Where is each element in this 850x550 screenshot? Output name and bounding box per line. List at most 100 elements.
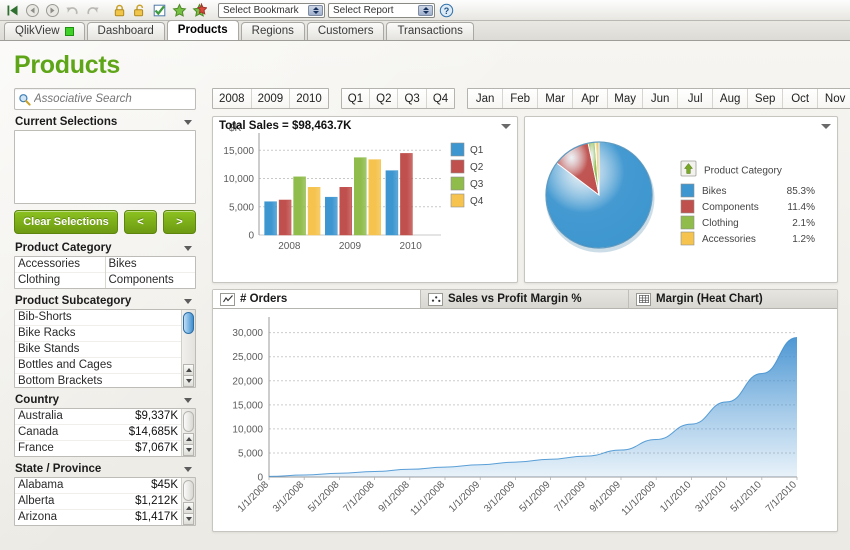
search-input[interactable] (31, 92, 195, 106)
undo-icon[interactable] (64, 2, 81, 19)
list-item[interactable]: Bikes (106, 257, 196, 273)
chevron-down-icon[interactable] (184, 120, 192, 125)
year-filter-2008[interactable]: 2008 (213, 89, 252, 108)
quarter-filter-Q3[interactable]: Q3 (398, 89, 426, 108)
bookmark-star-icon[interactable] (171, 2, 188, 19)
table-row[interactable]: Alabama$45K (15, 478, 181, 494)
svg-text:11.4%: 11.4% (787, 202, 815, 213)
scrollbar-thumb[interactable] (183, 312, 194, 334)
list-item[interactable]: Bike Stands (15, 342, 181, 358)
select-all-icon[interactable] (151, 2, 168, 19)
current-selections-header: Current Selections (14, 115, 196, 130)
svg-text:2.1%: 2.1% (792, 218, 815, 229)
country-name: Canada (18, 425, 58, 440)
table-row[interactable]: Arizona$1,417K (15, 510, 181, 525)
list-item[interactable]: Bottles and Cages (15, 358, 181, 374)
tab-orders[interactable]: # Orders (213, 290, 421, 308)
table-row[interactable]: France$7,067K (15, 441, 181, 456)
associative-search-box[interactable] (14, 88, 196, 110)
chevron-down-icon[interactable] (184, 299, 192, 304)
list-item[interactable]: Bike Racks (15, 326, 181, 342)
month-filter-Jul[interactable]: Jul (678, 89, 713, 108)
scroll-down-arrow-icon[interactable] (183, 444, 194, 456)
table-row[interactable]: Alberta$1,212K (15, 494, 181, 510)
tab-products[interactable]: Products (167, 20, 239, 40)
year-filter-2009[interactable]: 2009 (252, 89, 291, 108)
svg-text:15,000: 15,000 (223, 146, 254, 157)
tab-regions[interactable]: Regions (241, 22, 305, 40)
scrollbar[interactable] (181, 409, 195, 456)
month-filter-Sep[interactable]: Sep (748, 89, 783, 108)
selection-back-button[interactable]: < (124, 210, 157, 234)
selection-forward-button[interactable]: > (163, 210, 196, 234)
country-value: $7,067K (135, 441, 178, 456)
month-filter-Feb[interactable]: Feb (503, 89, 538, 108)
scrollbar[interactable] (181, 478, 195, 525)
table-row[interactable]: Canada$14,685K (15, 425, 181, 441)
month-filter-Jun[interactable]: Jun (643, 89, 678, 108)
list-item[interactable]: Bib-Shorts (15, 310, 181, 326)
month-filter-Oct[interactable]: Oct (783, 89, 818, 108)
pie-chart-menu-caret-icon[interactable] (821, 124, 831, 129)
forward-icon[interactable] (44, 2, 61, 19)
scrollbar-thumb[interactable] (183, 411, 194, 432)
month-filter-Apr[interactable]: Apr (573, 89, 608, 108)
tab-transactions[interactable]: Transactions (386, 22, 473, 40)
help-icon[interactable]: ? (438, 2, 455, 19)
state-province-listbox[interactable]: Alabama$45K Alberta$1,212K Arizona$1,417… (14, 477, 196, 526)
tab-sales-vs-profit-margin[interactable]: Sales vs Profit Margin % (421, 290, 629, 308)
page-title: Products (14, 51, 120, 80)
scroll-down-arrow-icon[interactable] (183, 375, 194, 387)
svg-text:3/1/2010: 3/1/2010 (693, 479, 729, 515)
scroll-down-arrow-icon[interactable] (183, 513, 194, 525)
quarter-filter-Q4[interactable]: Q4 (427, 89, 454, 108)
month-filter-Mar[interactable]: Mar (538, 89, 573, 108)
report-select-arrow[interactable] (418, 5, 433, 16)
list-item[interactable]: Clothing (15, 273, 105, 288)
list-item[interactable]: Bottom Brackets (15, 374, 181, 389)
svg-text:Q1: Q1 (470, 145, 484, 156)
month-filter-Jan[interactable]: Jan (468, 89, 503, 108)
bookmark-select-arrow[interactable] (308, 5, 323, 16)
add-bookmark-star-icon[interactable] (191, 2, 208, 19)
charts-row: Total Sales = $98,463.7K $K05,00010,0001… (212, 116, 838, 283)
chevron-down-icon[interactable] (184, 398, 192, 403)
month-filter-May[interactable]: May (608, 89, 643, 108)
report-select-label: Select Report (333, 5, 394, 16)
quarter-filter-Q2[interactable]: Q2 (370, 89, 398, 108)
scrollbar[interactable] (181, 310, 195, 387)
svg-text:5,000: 5,000 (229, 202, 254, 213)
tab-margin-heat-chart[interactable]: Margin (Heat Chart) (629, 290, 770, 308)
report-select[interactable]: Select Report (328, 3, 435, 18)
unlock-icon[interactable] (131, 2, 148, 19)
filter-label: Nov (825, 93, 845, 105)
back-icon[interactable] (24, 2, 41, 19)
bar-chart-menu-caret-icon[interactable] (501, 124, 511, 129)
month-filter-Nov[interactable]: Nov (818, 89, 850, 108)
tab-customers[interactable]: Customers (307, 22, 385, 40)
lock-icon[interactable] (111, 2, 128, 19)
clear-selections-button[interactable]: Clear Selections (14, 210, 118, 234)
list-item[interactable]: Accessories (15, 257, 105, 273)
scrollbar-thumb[interactable] (183, 480, 194, 501)
quarter-filter-Q1[interactable]: Q1 (342, 89, 370, 108)
country-listbox[interactable]: Australia$9,337K Canada$14,685K France$7… (14, 408, 196, 457)
list-item[interactable]: Components (106, 273, 196, 288)
bar-chart-title: Total Sales = $98,463.7K (219, 120, 351, 132)
pie-chart-plot: Product CategoryBikes85.3%Components11.4… (525, 117, 837, 277)
month-filter-Aug[interactable]: Aug (713, 89, 748, 108)
svg-text:Q2: Q2 (470, 162, 484, 173)
chevron-down-icon[interactable] (184, 246, 192, 251)
go-to-start-icon[interactable] (4, 2, 21, 19)
current-selections-listbox[interactable] (14, 130, 196, 204)
tab-qlikview[interactable]: QlikView (4, 22, 85, 40)
product-category-listbox[interactable]: Accessories Clothing Bikes Components (14, 256, 196, 289)
redo-icon[interactable] (84, 2, 101, 19)
year-filter-2010[interactable]: 2010 (290, 89, 328, 108)
product-subcategory-listbox[interactable]: Bib-Shorts Bike Racks Bike Stands Bottle… (14, 309, 196, 388)
table-row[interactable]: Australia$9,337K (15, 409, 181, 425)
tab-dashboard[interactable]: Dashboard (87, 22, 165, 40)
bookmark-select[interactable]: Select Bookmark (218, 3, 325, 18)
sidebar: Current Selections Clear Selections < > … (14, 88, 196, 531)
chevron-down-icon[interactable] (184, 467, 192, 472)
